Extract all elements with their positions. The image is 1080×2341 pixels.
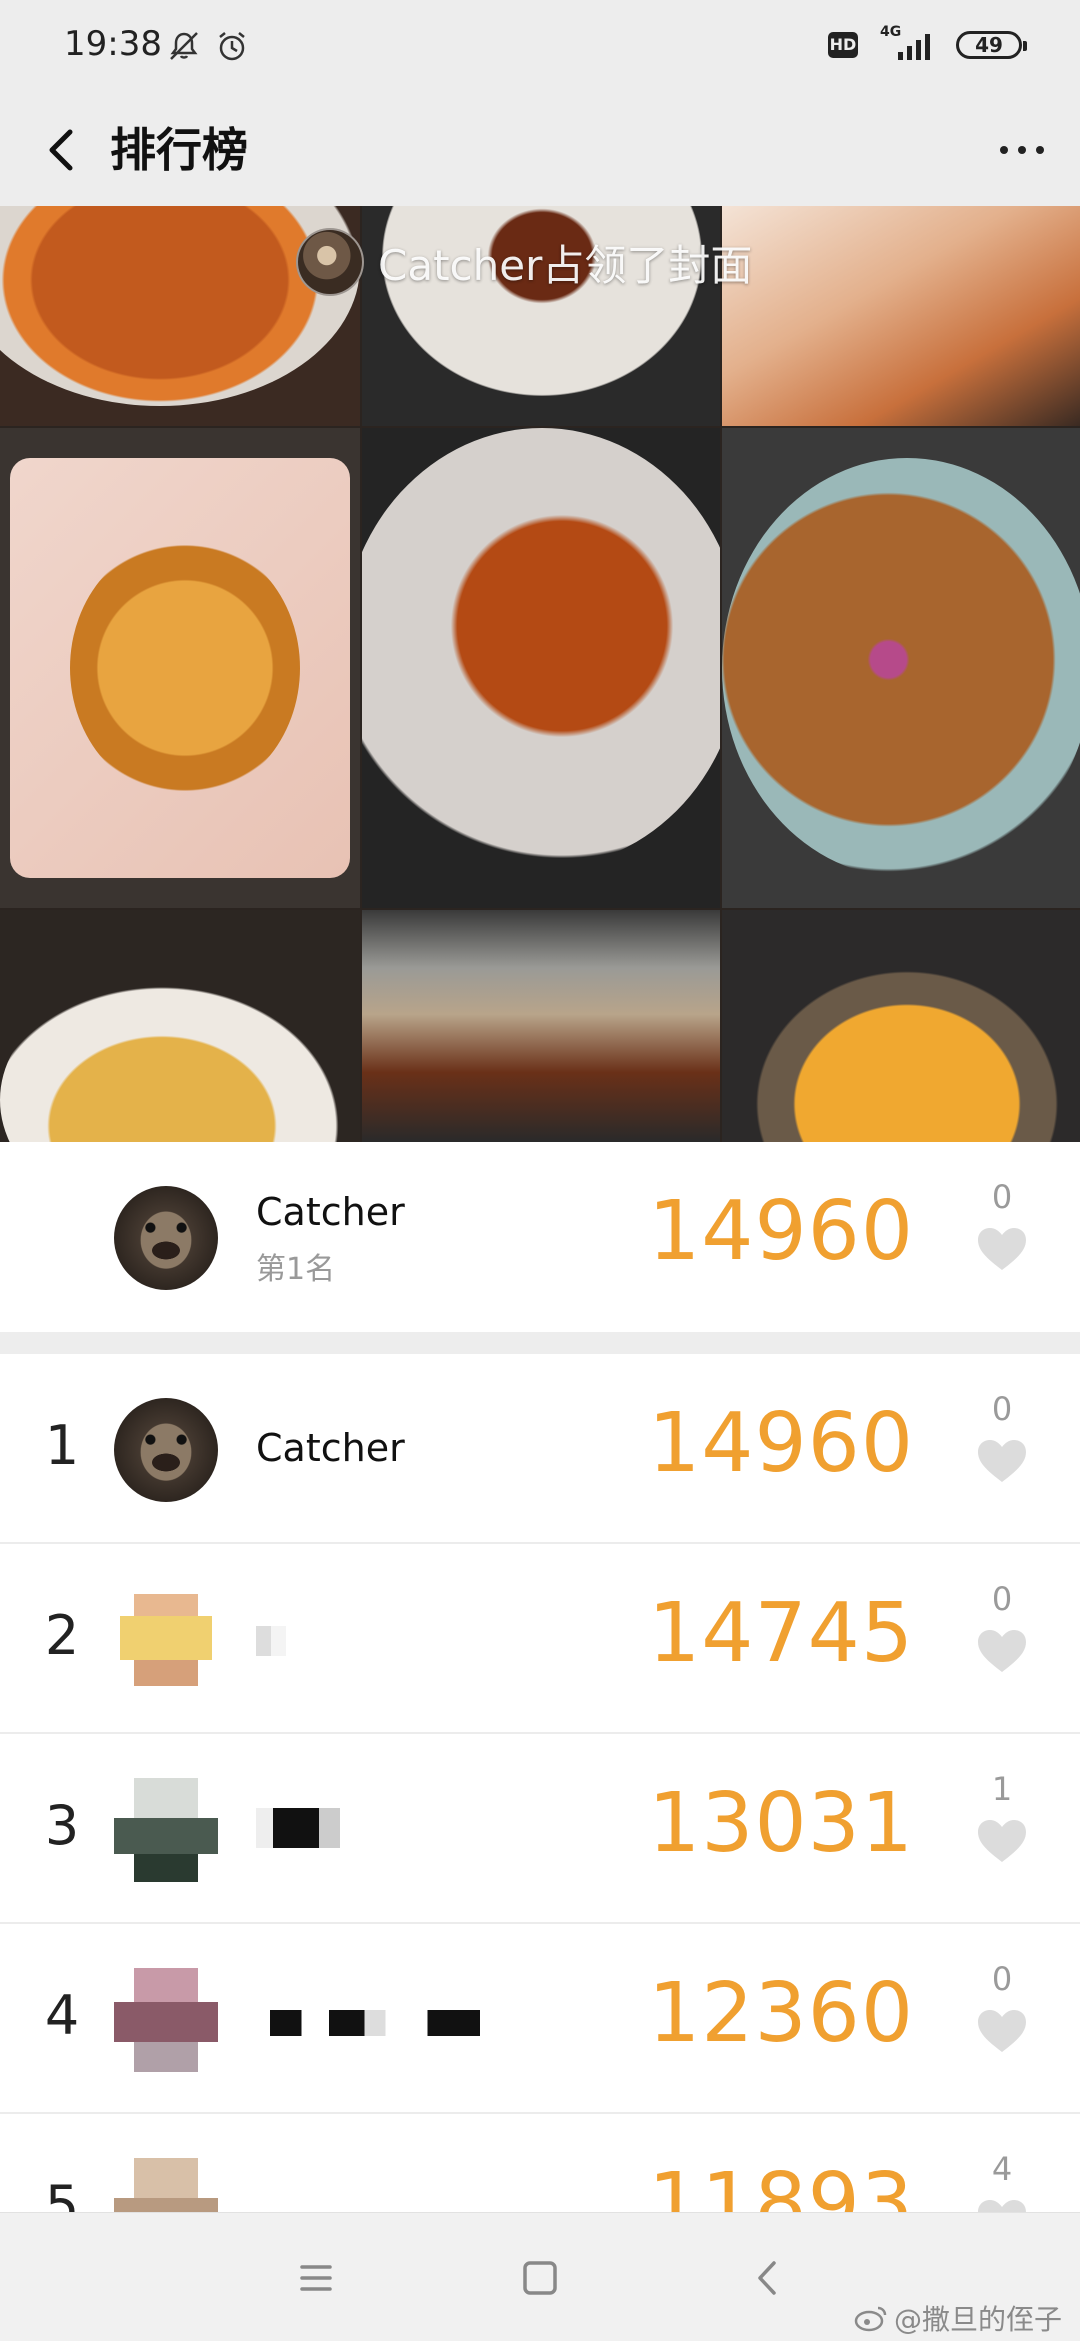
home-icon[interactable]	[510, 2253, 570, 2303]
avatar	[114, 1778, 218, 1882]
like-button[interactable]: 0	[964, 1390, 1040, 1484]
rank-number: 4	[44, 1984, 80, 2047]
score: 12360	[648, 1966, 914, 2061]
signal-icon: 4G	[876, 24, 938, 64]
leaderboard-list[interactable]: 1 Catcher 14960 0 2 14745 0 3 13031 1 4 …	[0, 1354, 1080, 2212]
redacted-name	[270, 2010, 480, 2036]
redacted-name	[256, 1808, 340, 1848]
food-photo	[0, 910, 360, 1142]
cover-collage[interactable]: Catcher占领了封面	[0, 206, 1080, 1142]
mute-icon	[170, 32, 198, 60]
avatar	[114, 1968, 218, 2072]
food-photo	[722, 428, 1080, 908]
heart-icon	[978, 2200, 1026, 2212]
like-count: 0	[991, 1960, 1013, 1998]
food-photo	[362, 910, 720, 1142]
food-photo	[362, 428, 720, 908]
weibo-icon	[854, 2306, 887, 2332]
back-arrow-icon[interactable]	[30, 118, 94, 182]
rank-number: 5	[44, 2174, 80, 2212]
rank-number: 2	[44, 1604, 80, 1667]
more-icon[interactable]	[990, 126, 1054, 174]
menu-icon[interactable]	[286, 2253, 346, 2303]
like-count: 0	[991, 1178, 1013, 1216]
like-button[interactable]: 1	[964, 1770, 1040, 1864]
user-name: Catcher	[256, 1426, 405, 1470]
back-icon[interactable]	[738, 2253, 798, 2303]
table-row[interactable]: 3 13031 1	[0, 1734, 1080, 1924]
score: 14745	[648, 1586, 914, 1681]
avatar	[114, 1398, 218, 1502]
cover-owner-avatar	[296, 228, 364, 296]
top-nav-bar: 排行榜	[0, 96, 1080, 206]
heart-icon	[978, 1630, 1026, 1672]
status-bar: 19:38 HD 4G 49	[0, 0, 1080, 96]
battery-icon: 49	[956, 31, 1027, 59]
my-rank-subtitle: 第1名	[256, 1252, 336, 1287]
table-row[interactable]: 4 12360 0	[0, 1924, 1080, 2114]
avatar	[114, 1588, 218, 1692]
heart-icon	[978, 1228, 1026, 1270]
table-row[interactable]: 2 14745 0	[0, 1544, 1080, 1734]
cover-owner-text: Catcher占领了封面	[378, 240, 753, 290]
like-button[interactable]: 0	[964, 1580, 1040, 1674]
score: 11893	[648, 2156, 914, 2212]
rank-number: 3	[44, 1794, 80, 1857]
like-button[interactable]: 4	[964, 2150, 1040, 2212]
like-count: 1	[991, 1770, 1013, 1808]
status-time: 19:38	[64, 24, 162, 64]
avatar	[114, 2158, 218, 2212]
my-rank-card[interactable]: Catcher 第1名 14960 0	[0, 1142, 1080, 1332]
rank-number: 1	[44, 1414, 80, 1477]
page-title: 排行榜	[110, 123, 248, 177]
like-button[interactable]: 0	[964, 1960, 1040, 2054]
food-photo	[722, 910, 1080, 1142]
food-photo	[722, 206, 1080, 426]
like-count: 0	[991, 1390, 1013, 1428]
score: 14960	[648, 1396, 914, 1491]
my-score: 14960	[648, 1184, 914, 1279]
like-count: 4	[991, 2150, 1013, 2188]
heart-icon	[978, 1440, 1026, 1482]
table-row[interactable]: 1 Catcher 14960 0	[0, 1354, 1080, 1544]
like-button[interactable]: 0	[964, 1178, 1040, 1272]
watermark: @撒旦的侄子	[854, 2298, 1062, 2338]
redacted-name	[256, 1626, 286, 1656]
alarm-icon	[219, 32, 245, 61]
my-name: Catcher	[256, 1190, 405, 1234]
avatar	[114, 1186, 218, 1290]
hd-badge: HD	[828, 32, 858, 58]
heart-icon	[978, 1820, 1026, 1862]
like-count: 0	[991, 1580, 1013, 1618]
heart-icon	[978, 2010, 1026, 2052]
food-photo	[0, 428, 360, 908]
table-row[interactable]: 5 11893 4	[0, 2114, 1080, 2212]
score: 13031	[648, 1776, 914, 1871]
